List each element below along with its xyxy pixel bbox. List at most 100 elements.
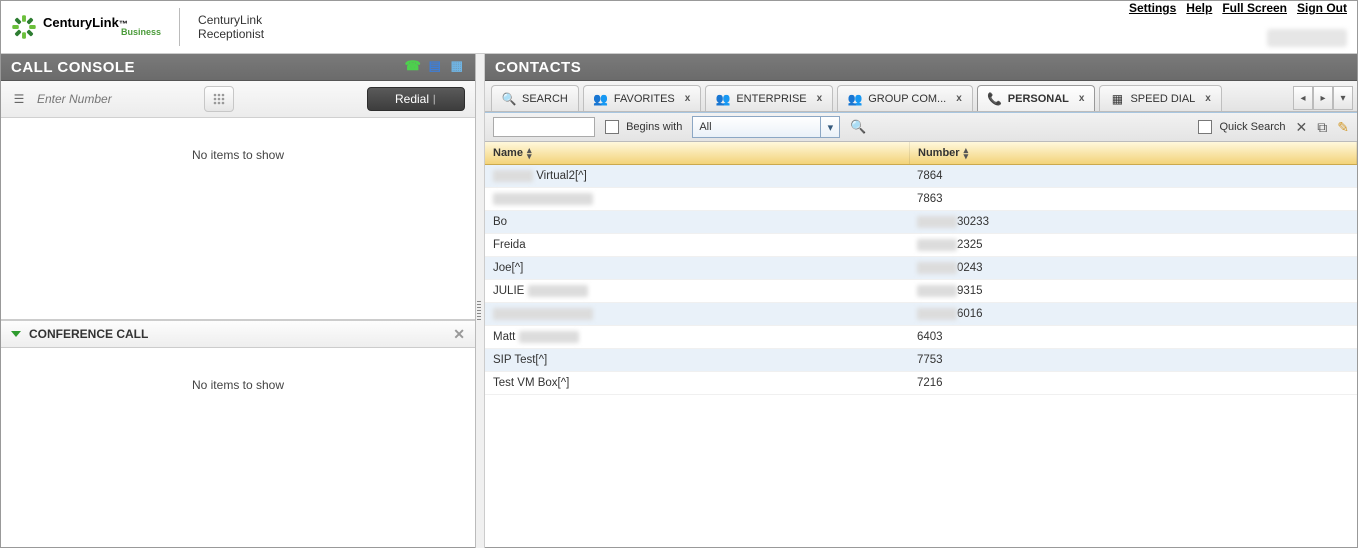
column-header-number[interactable]: Number ▴▾ (910, 142, 1357, 164)
quick-search-checkbox[interactable] (1198, 120, 1212, 134)
link-sign-out[interactable]: Sign Out (1297, 1, 1347, 15)
redacted-text (917, 262, 957, 274)
brand-logo: CenturyLink™ Business CenturyLink Recept… (1, 8, 264, 46)
table-row[interactable]: Bo30233 (485, 211, 1357, 234)
tab-search[interactable]: 🔍 SEARCH (491, 85, 579, 111)
tab-speed-dial-label: SPEED DIAL (1130, 93, 1195, 105)
link-help[interactable]: Help (1186, 1, 1212, 15)
redacted-text (528, 285, 588, 297)
enterprise-icon: 👥 (716, 92, 730, 106)
cell-name: Matt (485, 331, 909, 343)
redacted-text (917, 308, 957, 320)
tab-favorites-label: FAVORITES (614, 93, 675, 105)
redial-button[interactable]: Redial │ (367, 87, 465, 111)
cell-name: Test VM Box[^] (485, 377, 909, 389)
tab-enterprise[interactable]: 👥 ENTERPRISE x (705, 85, 833, 111)
search-icon: 🔍 (502, 92, 516, 106)
dialpad-button[interactable] (204, 86, 234, 112)
filter-search-icon[interactable]: 🔍 (850, 119, 866, 135)
tab-enterprise-label: ENTERPRISE (736, 93, 806, 105)
cell-number: 30233 (909, 216, 1357, 228)
conference-close-icon[interactable]: ✕ (453, 326, 465, 343)
tab-personal-label: PERSONAL (1008, 93, 1069, 105)
quick-search-wrap[interactable]: Quick Search (1198, 120, 1285, 134)
column-name-label: Name (493, 147, 523, 159)
tab-group-label: GROUP COM... (868, 93, 946, 105)
tab-scroll-controls: ◂ ▸ ▾ (1293, 81, 1357, 111)
begins-with-label: Begins with (626, 121, 682, 133)
cell-number: 0243 (909, 262, 1357, 274)
left-column: CALL CONSOLE ☎ ▤ ▦ ☰ (1, 54, 476, 548)
tab-personal-close-icon[interactable]: x (1079, 93, 1085, 104)
table-row[interactable]: Freida2325 (485, 234, 1357, 257)
tab-enterprise-close-icon[interactable]: x (817, 93, 823, 104)
enter-number-input[interactable] (35, 91, 196, 107)
column-number-label: Number (918, 147, 960, 159)
tab-personal[interactable]: 📞 PERSONAL x (977, 85, 1096, 111)
number-list-icon[interactable]: ☰ (11, 91, 27, 107)
begins-with-checkbox[interactable] (605, 120, 619, 134)
cell-number: 7863 (909, 193, 1357, 205)
sort-indicator-icon: ▴▾ (964, 147, 969, 160)
redacted-text (917, 285, 957, 297)
right-column: CONTACTS 🔍 SEARCH 👥 FAVORITES x 👥 ENTERP… (485, 54, 1357, 548)
cell-name: Virtual2[^] (485, 170, 909, 182)
conference-title: CONFERENCE CALL (29, 327, 148, 341)
column-header-name[interactable]: Name ▴▾ (485, 142, 910, 164)
table-body: Virtual2[^]7864 7863 Bo30233Freida2325Joe[… (485, 165, 1357, 548)
transfer-icon[interactable]: ☎ (405, 58, 421, 74)
redacted-text (519, 331, 579, 343)
link-settings[interactable]: Settings (1129, 1, 1176, 15)
splitter-handle[interactable] (476, 54, 485, 548)
quick-search-label: Quick Search (1220, 121, 1286, 133)
redacted-text (493, 308, 593, 320)
edit-icon[interactable]: ✎ (1337, 119, 1349, 136)
table-row[interactable]: SIP Test[^]7753 (485, 349, 1357, 372)
group-icon: 👥 (848, 92, 862, 106)
table-row[interactable]: Joe[^]0243 (485, 257, 1357, 280)
top-links: Settings Help Full Screen Sign Out (1129, 1, 1347, 15)
begins-with-wrap[interactable]: Begins with (605, 120, 682, 134)
table-row[interactable]: Test VM Box[^]7216 (485, 372, 1357, 395)
personal-icon: 📞 (988, 92, 1002, 106)
brand-sub: Business (121, 28, 161, 38)
tab-group-common[interactable]: 👥 GROUP COM... x (837, 85, 973, 111)
chevron-down-icon: ▾ (820, 117, 839, 137)
conference-empty: No items to show (1, 348, 475, 392)
clear-filter-icon[interactable]: ✕ (1296, 119, 1308, 136)
notes-icon[interactable]: ▦ (449, 58, 465, 74)
tab-group-close-icon[interactable]: x (956, 93, 962, 104)
contacts-tab-row: 🔍 SEARCH 👥 FAVORITES x 👥 ENTERPRISE x 👥 … (485, 81, 1357, 112)
table-row[interactable]: 6016 (485, 303, 1357, 326)
tab-favorites[interactable]: 👥 FAVORITES x (583, 85, 701, 111)
popout-icon[interactable]: ⧉ (1317, 119, 1327, 136)
call-console-header: CALL CONSOLE ☎ ▤ ▦ (1, 54, 475, 81)
tab-search-label: SEARCH (522, 93, 568, 105)
filter-field-select[interactable]: All ▾ (692, 116, 840, 138)
link-full-screen[interactable]: Full Screen (1222, 1, 1287, 15)
filter-bar: Begins with All ▾ 🔍 Quick Search ✕ ⧉ ✎ (485, 112, 1357, 142)
table-row[interactable]: JULIE 9315 (485, 280, 1357, 303)
contacts-header: CONTACTS (485, 54, 1357, 81)
tab-scroll-left[interactable]: ◂ (1293, 86, 1313, 110)
app-title: CenturyLink Receptionist (198, 13, 264, 42)
history-icon[interactable]: ▤ (427, 58, 443, 74)
conference-header[interactable]: CONFERENCE CALL ✕ (1, 320, 475, 348)
tab-dropdown[interactable]: ▾ (1333, 86, 1353, 110)
redial-label: Redial (395, 92, 429, 106)
tab-speed-dial[interactable]: ▦ SPEED DIAL x (1099, 85, 1221, 111)
table-row[interactable]: Matt 6403 (485, 326, 1357, 349)
user-name-redacted (1267, 29, 1347, 47)
call-console-empty: No items to show (1, 118, 475, 319)
tab-speed-dial-close-icon[interactable]: x (1205, 93, 1211, 104)
tab-scroll-right[interactable]: ▸ (1313, 86, 1333, 110)
table-row[interactable]: Virtual2[^]7864 (485, 165, 1357, 188)
cell-number: 2325 (909, 239, 1357, 251)
logo-icon (11, 14, 37, 40)
table-row[interactable]: 7863 (485, 188, 1357, 211)
app-title-line2: Receptionist (198, 27, 264, 41)
tab-favorites-close-icon[interactable]: x (685, 93, 691, 104)
sort-indicator-icon: ▴▾ (527, 147, 532, 160)
chevron-down-icon (11, 331, 21, 337)
filter-input[interactable] (493, 117, 595, 137)
